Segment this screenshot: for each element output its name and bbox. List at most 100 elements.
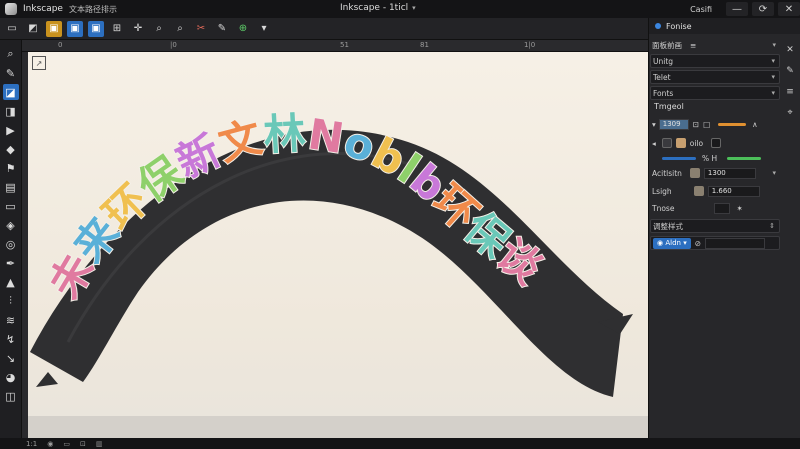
spiral-icon[interactable]: ◎ bbox=[3, 236, 19, 252]
status-item[interactable]: ▭ bbox=[63, 440, 70, 448]
gradient-icon[interactable]: ▲ bbox=[3, 274, 19, 290]
document-name: 文本路径排示 bbox=[68, 4, 117, 14]
rect-icon[interactable]: ▭ bbox=[3, 198, 19, 214]
chevron-down-icon: ▾ bbox=[680, 239, 687, 247]
mode-button[interactable]: ◉ Aldn ▾ bbox=[653, 237, 691, 249]
attribute-swatch[interactable] bbox=[689, 168, 700, 178]
bucket-icon[interactable]: ◕ bbox=[3, 369, 19, 385]
stroke-width-row: ▾ 1309 ⊡ □ ∧ bbox=[650, 117, 780, 131]
equals-icon: ≡ bbox=[690, 40, 697, 50]
refresh-button[interactable]: ⟳ bbox=[752, 2, 774, 16]
opacity-slider[interactable] bbox=[662, 156, 696, 160]
up-arrow-icon[interactable]: ∧ bbox=[752, 120, 758, 129]
node-edit-icon[interactable]: ▣ bbox=[46, 20, 62, 37]
style-group-dropdown[interactable]: 调整样式 ⇕ bbox=[650, 219, 780, 233]
mode-field[interactable] bbox=[705, 237, 766, 249]
stroke-slider[interactable] bbox=[718, 122, 747, 126]
status-item[interactable]: 1:1 bbox=[26, 440, 37, 448]
dropdown-icon[interactable]: ▾ bbox=[256, 21, 272, 37]
stroke-width-field[interactable]: 1309 bbox=[658, 118, 689, 130]
chevron-down-icon: ▾ bbox=[771, 89, 775, 97]
attribute-label: Acitlsitn bbox=[652, 168, 682, 178]
text-dropdown[interactable]: Telet ▾ bbox=[650, 70, 780, 84]
cut-icon[interactable]: ✂ bbox=[193, 21, 209, 37]
export-icon[interactable]: ⊕ bbox=[235, 21, 251, 37]
panel-status-dot bbox=[655, 23, 661, 29]
align-icon[interactable]: ≡ bbox=[784, 86, 796, 98]
dropper-icon[interactable]: ⌖ bbox=[784, 107, 796, 119]
star-icon[interactable]: ◆ bbox=[3, 141, 19, 157]
cube-icon[interactable]: ◈ bbox=[3, 217, 19, 233]
text-dropdown-label: Telet bbox=[653, 72, 671, 82]
text-icon[interactable]: ▤ bbox=[3, 179, 19, 195]
status-item[interactable]: ▥ bbox=[96, 440, 103, 448]
eraser-icon[interactable]: ◫ bbox=[3, 388, 19, 404]
transform-icon[interactable]: ▣ bbox=[88, 20, 104, 37]
mode-toggle-icon: ◉ bbox=[657, 239, 666, 247]
status-bar: 1:1 ◉ ▭ ⊡ ▥ bbox=[0, 438, 800, 449]
fonts-dropdown[interactable]: Fonts ▾ bbox=[650, 86, 780, 100]
path-text-glyph: 林 bbox=[262, 109, 307, 160]
panel-header[interactable]: Fonise bbox=[649, 18, 800, 34]
panel-subtitle-row[interactable]: 面板前画 ≡ ▾ bbox=[650, 38, 780, 52]
blur-slider[interactable] bbox=[727, 156, 762, 160]
flag-icon[interactable]: ⚑ bbox=[3, 160, 19, 176]
tweak-icon[interactable]: ◨ bbox=[3, 103, 19, 119]
close-icon[interactable]: ✕ bbox=[784, 44, 796, 56]
pen-icon[interactable]: ✎ bbox=[214, 21, 230, 37]
measure-icon[interactable]: ↘ bbox=[3, 350, 19, 366]
snap-icon[interactable]: ✛ bbox=[130, 21, 146, 37]
calligraphy-icon[interactable]: ✒ bbox=[3, 255, 19, 271]
opacity-label: % H bbox=[702, 153, 718, 163]
horizontal-ruler[interactable]: 0 |0 51 81 1|0 bbox=[22, 40, 648, 52]
square-icon[interactable]: □ bbox=[703, 120, 710, 129]
dropper-icon[interactable]: ⫶ bbox=[3, 293, 19, 309]
panel-side-icons: ✕ ✎ ≡ ⌖ bbox=[782, 44, 798, 128]
open-icon[interactable]: ◩ bbox=[25, 21, 41, 37]
length-swatch[interactable] bbox=[693, 186, 704, 196]
opacity-row: % H bbox=[650, 151, 780, 165]
brush-icon[interactable]: ✎ bbox=[784, 65, 796, 77]
zoom-icon[interactable]: ⌕ bbox=[151, 21, 167, 37]
pencil-icon[interactable]: ✎ bbox=[3, 65, 19, 81]
star-icon[interactable]: ✶ bbox=[736, 204, 742, 213]
toggle-row: Tnose ✶ bbox=[650, 201, 780, 215]
back-arrow-icon[interactable]: ◂ bbox=[652, 139, 656, 148]
status-item[interactable]: ⊡ bbox=[80, 440, 86, 448]
mode-label: Aldn bbox=[665, 239, 681, 247]
toggle-field[interactable] bbox=[714, 202, 731, 214]
fill-swatch-color[interactable] bbox=[675, 138, 686, 148]
length-field[interactable]: 1.660 bbox=[707, 185, 760, 197]
window-title[interactable]: Inkscape - 1ticl ▾ bbox=[340, 3, 416, 13]
unit-dropdown[interactable]: Unitg ▾ bbox=[650, 54, 780, 68]
zoom-out-icon[interactable]: ⌕ bbox=[172, 21, 188, 37]
app-name: Inkscape bbox=[23, 4, 63, 14]
fill-label: oilo bbox=[689, 138, 704, 148]
node-tool-icon[interactable]: ◪ bbox=[2, 84, 19, 100]
drawing-canvas[interactable]: ↗ 未来环保新文林Noblb环保谈 bbox=[28, 52, 648, 438]
attribute-field[interactable]: 1300 bbox=[703, 167, 756, 179]
new-doc-icon[interactable]: ▭ bbox=[4, 21, 20, 37]
status-item[interactable]: ◉ bbox=[47, 440, 53, 448]
align-icon[interactable]: ⊞ bbox=[109, 21, 125, 37]
chevron-down-icon: ▾ bbox=[412, 4, 416, 12]
minimize-button[interactable]: — bbox=[726, 2, 748, 16]
ruler-mark: 1|0 bbox=[524, 41, 536, 49]
spray-icon[interactable]: ≋ bbox=[3, 312, 19, 328]
window-title-label: Inkscape - 1ticl bbox=[340, 3, 409, 13]
ruler-mark: 0 bbox=[58, 41, 63, 49]
fonts-dropdown-label: Fonts bbox=[653, 88, 674, 98]
search-icon[interactable]: ⌕ bbox=[3, 46, 19, 62]
window-menu-label[interactable]: Casifi bbox=[690, 5, 712, 14]
ruler-mark: |0 bbox=[170, 41, 177, 49]
chevron-down-icon: ▾ bbox=[771, 57, 775, 65]
brush-arc-artwork[interactable]: 未来环保新文林Noblb环保谈 bbox=[28, 52, 648, 438]
select-frame-icon[interactable]: ▣ bbox=[67, 20, 83, 37]
link-chain-icon[interactable]: ⊘ bbox=[695, 239, 701, 248]
fill-swatch-none[interactable] bbox=[661, 138, 672, 148]
fill-swatch-dark[interactable] bbox=[711, 138, 722, 148]
shape-icon[interactable]: ▶ bbox=[3, 122, 19, 138]
connector-icon[interactable]: ↯ bbox=[3, 331, 19, 347]
close-button[interactable]: ✕ bbox=[778, 2, 800, 16]
link-icon[interactable]: ⊡ bbox=[693, 120, 699, 129]
